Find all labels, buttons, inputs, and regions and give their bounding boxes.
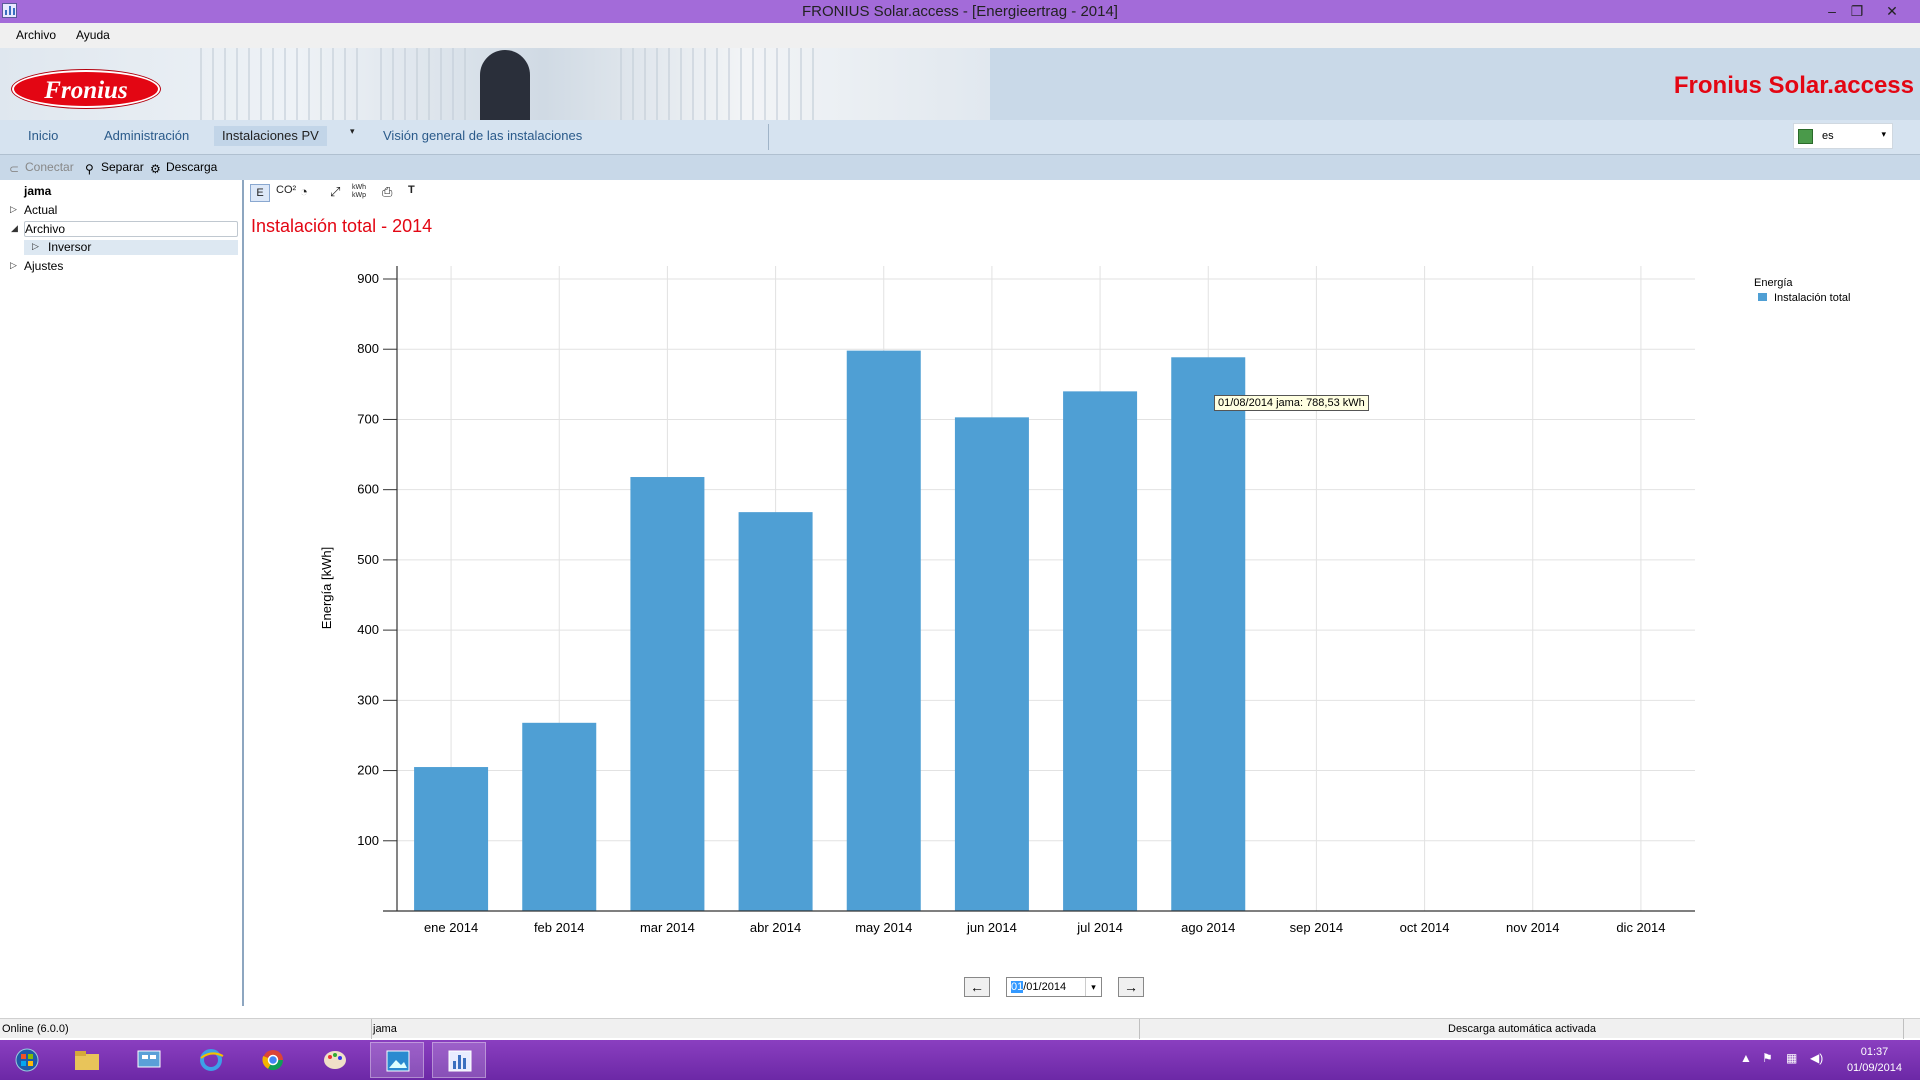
- x-tick-label: jul 2014: [1076, 920, 1123, 935]
- file-explorer-icon[interactable]: [60, 1042, 114, 1078]
- control-panel-icon[interactable]: [122, 1042, 176, 1078]
- status-installation: jama: [373, 1023, 397, 1035]
- legend-title: Energía: [1754, 277, 1793, 289]
- x-tick-label: dic 2014: [1616, 920, 1665, 935]
- tray-expand-icon[interactable]: ▲: [1740, 1051, 1752, 1065]
- volume-icon[interactable]: ◀): [1810, 1051, 1823, 1065]
- chrome-icon[interactable]: [246, 1042, 300, 1078]
- y-tick-label: 300: [357, 692, 379, 707]
- solar-access-taskbar-icon[interactable]: [432, 1042, 486, 1078]
- status-download: Descarga automática activada: [1448, 1023, 1596, 1035]
- x-tick-label: sep 2014: [1290, 920, 1344, 935]
- y-tick-label: 200: [357, 763, 379, 778]
- x-tick-label: jun 2014: [966, 920, 1017, 935]
- taskbar-clock[interactable]: 01:37 01/09/2014: [1847, 1044, 1902, 1076]
- y-tick-label: 900: [357, 271, 379, 286]
- status-bar: Online (6.0.0) jama Descarga automática …: [0, 1018, 1920, 1039]
- y-tick-label: 100: [357, 833, 379, 848]
- y-tick-label: 700: [357, 411, 379, 426]
- bar-abr-2014: [738, 512, 813, 911]
- previous-period-button[interactable]: ←: [964, 977, 990, 997]
- date-selected-part: 01: [1011, 981, 1024, 993]
- bar-ago-2014: [1171, 357, 1246, 911]
- start-button[interactable]: [0, 1042, 54, 1078]
- x-tick-label: nov 2014: [1506, 920, 1560, 935]
- taskbar: ▲ ⚑ ▦ ◀) 01:37 01/09/2014: [0, 1040, 1920, 1080]
- x-tick-label: feb 2014: [534, 920, 585, 935]
- bar-tooltip: 01/08/2014 jama: 788,53 kWh: [1214, 395, 1369, 411]
- calendar-dropdown-icon[interactable]: ▾: [1085, 978, 1101, 996]
- bar-mar-2014: [630, 477, 705, 911]
- y-tick-label: 600: [357, 482, 379, 497]
- x-tick-label: mar 2014: [640, 920, 695, 935]
- action-center-flag-icon[interactable]: ⚑: [1762, 1051, 1773, 1065]
- bar-feb-2014: [522, 722, 597, 911]
- x-tick-label: ago 2014: [1181, 920, 1235, 935]
- legend-item: Instalación total: [1758, 292, 1850, 304]
- legend-swatch: [1758, 293, 1767, 301]
- next-period-button[interactable]: →: [1118, 977, 1144, 997]
- network-icon[interactable]: ▦: [1786, 1051, 1797, 1065]
- y-tick-label: 800: [357, 341, 379, 356]
- date-picker[interactable]: 01/01/2014 ▾: [1006, 977, 1102, 997]
- y-axis-label: Energía [kWh]: [319, 547, 334, 629]
- paint-icon[interactable]: [308, 1042, 362, 1078]
- y-tick-label: 400: [357, 622, 379, 637]
- y-tick-label: 500: [357, 552, 379, 567]
- x-tick-label: ene 2014: [424, 920, 478, 935]
- bar-ene-2014: [414, 767, 489, 911]
- photo-viewer-icon[interactable]: [370, 1042, 424, 1078]
- status-version: Online (6.0.0): [2, 1023, 69, 1035]
- bar-jul-2014: [1063, 391, 1138, 911]
- internet-explorer-icon[interactable]: [184, 1042, 238, 1078]
- x-tick-label: oct 2014: [1400, 920, 1450, 935]
- x-tick-label: abr 2014: [750, 920, 801, 935]
- bar-jun-2014: [954, 417, 1029, 911]
- bar-may-2014: [846, 350, 921, 911]
- energy-bar-chart: 100 200 300 400 500 600 700 800 900 ene 2014 feb 2…: [319, 266, 1695, 935]
- x-tick-label: may 2014: [855, 920, 912, 935]
